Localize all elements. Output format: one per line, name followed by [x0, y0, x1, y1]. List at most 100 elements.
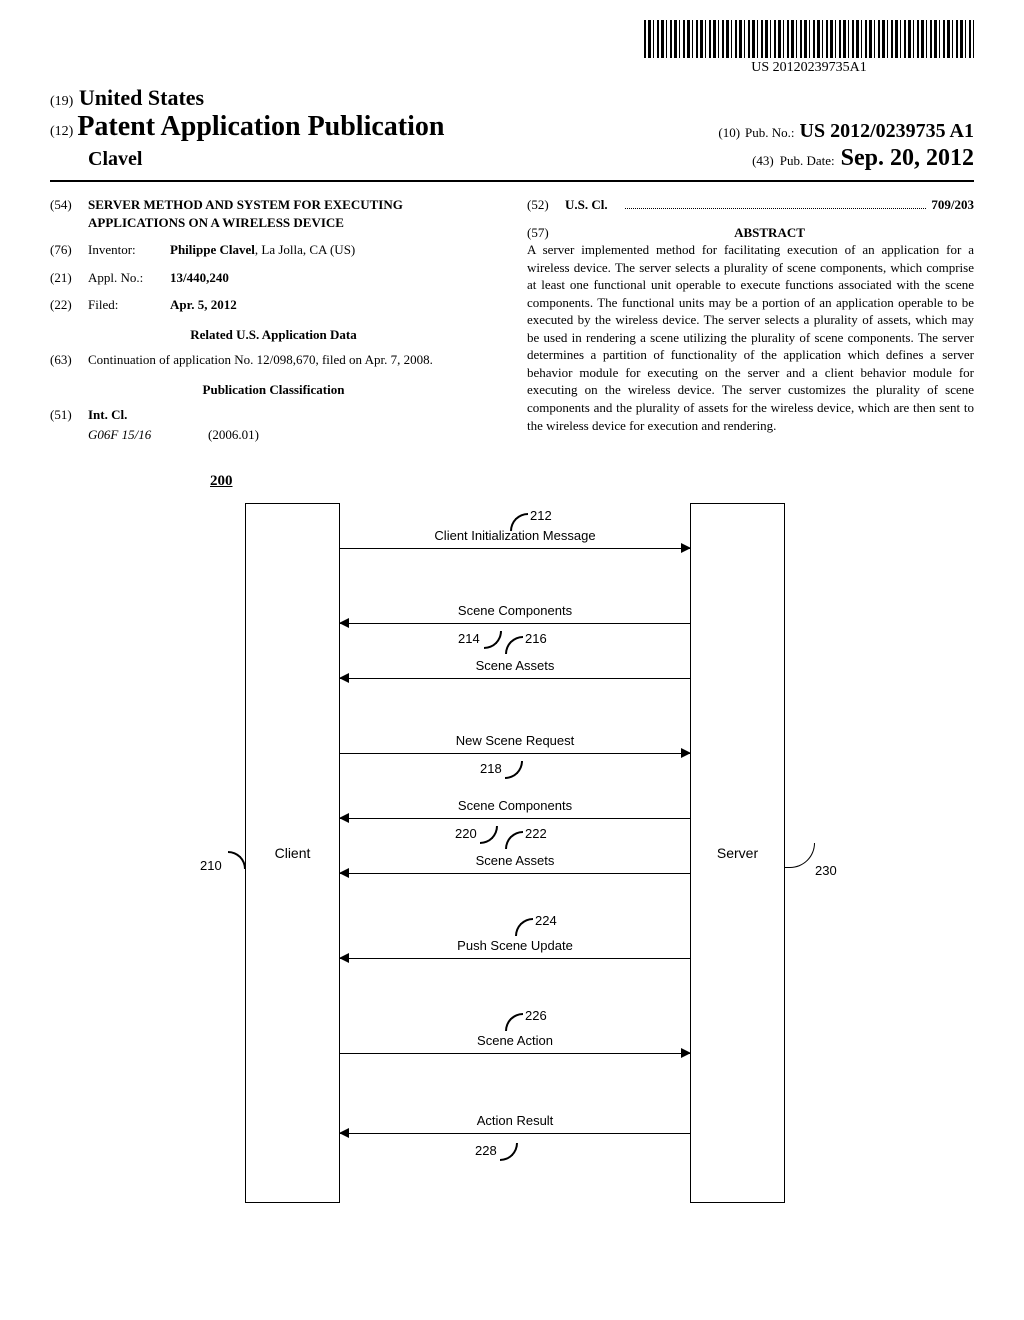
leader-7	[515, 918, 533, 936]
us-cl-field: (52) U.S. Cl. 709/203	[527, 196, 974, 214]
msg-5-label: Scene Components	[415, 798, 615, 813]
biblio-columns: (54) SERVER METHOD AND SYSTEM FOR EXECUT…	[50, 196, 974, 443]
appl-no-field: (21) Appl. No.: 13/440,240	[50, 269, 497, 287]
pub-date-value: Sep. 20, 2012	[841, 145, 974, 171]
arrow-1	[340, 548, 690, 549]
inventor-name: Philippe Clavel	[170, 242, 255, 257]
author-name: Clavel	[88, 148, 142, 171]
msg-9-label: Action Result	[415, 1113, 615, 1128]
figure-area: 200 Client Server 210 230 Client Initial…	[50, 473, 974, 1213]
pub-type-line: (12) Patent Application Publication (10)…	[50, 111, 974, 143]
int-cl-row: G06F 15/16 (2006.01)	[88, 426, 497, 444]
msg-3-ref: 216	[525, 631, 547, 646]
arrow-3	[340, 678, 690, 679]
leader-6	[505, 831, 523, 849]
server-label: Server	[717, 845, 758, 861]
leader-3	[505, 636, 523, 654]
pub-date-label: Pub. Date:	[780, 153, 835, 168]
pub-no-label: Pub. No.:	[745, 125, 794, 140]
us-cl-label: U.S. Cl.	[565, 196, 620, 214]
related-heading: Related U.S. Application Data	[50, 326, 497, 344]
int-cl-code: G06F 15/16	[88, 426, 208, 444]
msg-7-label: Push Scene Update	[415, 938, 615, 953]
abstract-text: A server implemented method for facilita…	[527, 241, 974, 434]
author-line: Clavel (43) Pub. Date: Sep. 20, 2012	[50, 145, 974, 172]
filed-prefix: (22)	[50, 296, 88, 314]
filed-field: (22) Filed: Apr. 5, 2012	[50, 296, 497, 314]
pub-class-heading: Publication Classification	[50, 381, 497, 399]
barcode-graphic	[644, 20, 974, 58]
arrow-2	[340, 623, 690, 624]
msg-2-ref: 214	[458, 631, 480, 646]
filed-label: Filed:	[88, 296, 170, 314]
msg-6-label: Scene Assets	[415, 853, 615, 868]
msg-8-ref: 226	[525, 1008, 547, 1023]
right-column: (52) U.S. Cl. 709/203 (57) ABSTRACT A se…	[527, 196, 974, 443]
arrow-4	[340, 753, 690, 754]
msg-3-label: Scene Assets	[415, 658, 615, 673]
divider-rule	[50, 180, 974, 182]
int-cl-year: (2006.01)	[208, 426, 259, 444]
msg-8-label: Scene Action	[415, 1033, 615, 1048]
abstract-heading: ABSTRACT	[565, 224, 974, 242]
pub-type: Patent Application Publication	[77, 111, 444, 142]
inventor-num: (76)	[50, 241, 88, 259]
figure-ref: 200	[210, 473, 233, 490]
msg-4-label: New Scene Request	[415, 733, 615, 748]
appl-no-prefix: (21)	[50, 269, 88, 287]
barcode-block: US 20120239735A1	[644, 20, 974, 76]
msg-5-ref: 220	[455, 826, 477, 841]
pub-date-prefix: (43)	[752, 153, 774, 168]
msg-9-ref: 228	[475, 1143, 497, 1158]
pub-no-value: US 2012/0239735 A1	[800, 120, 974, 142]
arrow-5	[340, 818, 690, 819]
leader-1	[510, 513, 528, 531]
client-box: Client	[245, 503, 340, 1203]
barcode-text: US 20120239735A1	[644, 60, 974, 76]
appl-no-value: 13/440,240	[170, 269, 229, 287]
title-num: (54)	[50, 196, 88, 231]
msg-4-ref: 218	[480, 761, 502, 776]
leader-client	[228, 851, 246, 869]
continuation-field: (63) Continuation of application No. 12/…	[50, 351, 497, 369]
title-field: (54) SERVER METHOD AND SYSTEM FOR EXECUT…	[50, 196, 497, 231]
client-label: Client	[275, 845, 311, 861]
server-ref: 230	[815, 863, 837, 878]
leader-9	[500, 1143, 518, 1161]
msg-2-label: Scene Components	[415, 603, 615, 618]
pub-no-prefix: (10)	[718, 125, 740, 140]
leader-5	[480, 826, 498, 844]
country-prefix: (19)	[50, 94, 73, 109]
title-text: SERVER METHOD AND SYSTEM FOR EXECUTING A…	[88, 196, 497, 231]
arrow-7	[340, 958, 690, 959]
int-cl-label: Int. Cl.	[88, 406, 127, 424]
pub-type-prefix: (12)	[50, 124, 73, 139]
continuation-num: (63)	[50, 351, 88, 369]
us-cl-value: 709/203	[931, 196, 974, 214]
pub-date-block: (43) Pub. Date: Sep. 20, 2012	[752, 145, 974, 172]
msg-1-ref: 212	[530, 508, 552, 523]
continuation-text: Continuation of application No. 12/098,6…	[88, 351, 433, 369]
inventor-field: (76) Inventor: Philippe Clavel, La Jolla…	[50, 241, 497, 259]
country-name: United States	[79, 85, 204, 110]
left-column: (54) SERVER METHOD AND SYSTEM FOR EXECUT…	[50, 196, 497, 443]
client-ref: 210	[200, 858, 222, 873]
appl-no-label: Appl. No.:	[88, 269, 170, 287]
header: (19) United States (12) Patent Applicati…	[50, 85, 974, 172]
inventor-label: Inventor:	[88, 241, 170, 259]
abstract-num: (57)	[527, 224, 565, 242]
arrow-9	[340, 1133, 690, 1134]
int-cl-num: (51)	[50, 406, 88, 424]
int-cl-field: (51) Int. Cl.	[50, 406, 497, 424]
arrow-8	[340, 1053, 690, 1054]
leader-8	[505, 1013, 523, 1031]
server-box: Server	[690, 503, 785, 1203]
msg-6-ref: 222	[525, 826, 547, 841]
dots-leader	[625, 208, 926, 209]
leader-server	[785, 843, 815, 868]
leader-2	[484, 631, 502, 649]
filed-value: Apr. 5, 2012	[170, 296, 237, 314]
inventor-loc: , La Jolla, CA (US)	[255, 242, 355, 257]
abstract-header: (57) ABSTRACT	[527, 224, 974, 242]
sequence-diagram: Client Server 210 230 Client Initializat…	[180, 503, 860, 1203]
